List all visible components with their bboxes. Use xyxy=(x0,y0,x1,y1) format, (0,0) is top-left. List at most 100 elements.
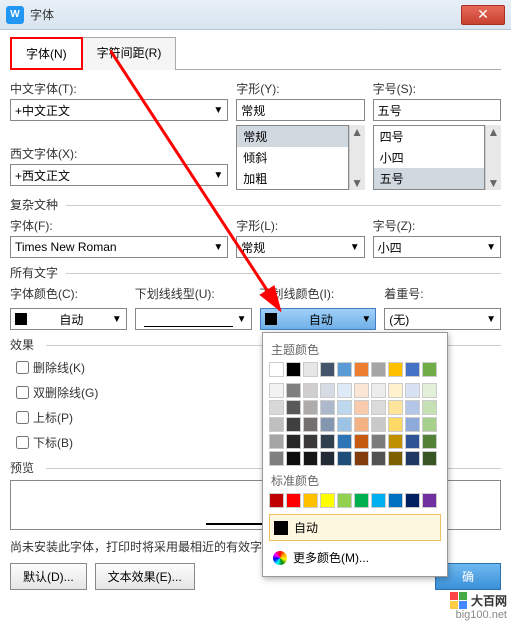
color-swatch[interactable] xyxy=(337,362,352,377)
color-swatch[interactable] xyxy=(269,400,284,415)
color-swatch[interactable] xyxy=(405,434,420,449)
listbox-size[interactable]: 四号 小四 五号 xyxy=(373,125,485,190)
checkbox[interactable] xyxy=(16,436,29,449)
default-button[interactable]: 默认(D)... xyxy=(10,563,87,590)
close-button[interactable]: ✕ xyxy=(461,5,505,25)
color-swatch[interactable] xyxy=(269,362,284,377)
color-swatch[interactable] xyxy=(354,493,369,508)
color-swatch[interactable] xyxy=(269,434,284,449)
color-swatch[interactable] xyxy=(269,383,284,398)
color-swatch[interactable] xyxy=(320,434,335,449)
color-swatch[interactable] xyxy=(286,383,301,398)
color-swatch[interactable] xyxy=(337,400,352,415)
color-swatch[interactable] xyxy=(371,434,386,449)
color-swatch[interactable] xyxy=(388,417,403,432)
listbox-style[interactable]: 常规 倾斜 加粗 xyxy=(236,125,348,190)
list-item[interactable]: 加粗 xyxy=(237,168,347,189)
color-swatch[interactable] xyxy=(405,362,420,377)
dropdown-emphasis[interactable]: (无) ▼ xyxy=(384,308,501,330)
color-swatch[interactable] xyxy=(354,417,369,432)
input-size[interactable]: 五号 xyxy=(373,99,501,121)
checkbox[interactable] xyxy=(16,361,29,374)
color-swatch[interactable] xyxy=(337,451,352,466)
color-swatch[interactable] xyxy=(337,417,352,432)
scrollbar[interactable]: ▲▼ xyxy=(349,125,365,190)
color-swatch[interactable] xyxy=(354,451,369,466)
combo-style-l[interactable]: 常规 ▼ xyxy=(236,236,364,258)
color-swatch[interactable] xyxy=(303,400,318,415)
color-swatch[interactable] xyxy=(422,434,437,449)
auto-color-option[interactable]: 自动 xyxy=(269,514,441,541)
color-swatch[interactable] xyxy=(286,451,301,466)
input-style[interactable]: 常规 xyxy=(236,99,364,121)
color-swatch[interactable] xyxy=(371,400,386,415)
dropdown-font-color[interactable]: 自动 ▼ xyxy=(10,308,127,330)
color-swatch[interactable] xyxy=(303,383,318,398)
color-swatch[interactable] xyxy=(405,493,420,508)
color-swatch[interactable] xyxy=(422,417,437,432)
color-swatch[interactable] xyxy=(269,451,284,466)
color-swatch[interactable] xyxy=(303,417,318,432)
combo-west-font[interactable]: +西文正文 ▼ xyxy=(10,164,228,186)
color-swatch[interactable] xyxy=(354,362,369,377)
color-swatch[interactable] xyxy=(388,383,403,398)
color-swatch[interactable] xyxy=(320,362,335,377)
color-swatch[interactable] xyxy=(422,362,437,377)
color-swatch[interactable] xyxy=(422,400,437,415)
color-swatch[interactable] xyxy=(388,400,403,415)
text-effect-button[interactable]: 文本效果(E)... xyxy=(95,563,195,590)
color-swatch[interactable] xyxy=(286,417,301,432)
scrollbar[interactable]: ▲▼ xyxy=(485,125,501,190)
color-swatch[interactable] xyxy=(337,383,352,398)
color-swatch[interactable] xyxy=(388,434,403,449)
list-item[interactable]: 小四 xyxy=(374,147,484,168)
dropdown-underline-style[interactable]: ▼ xyxy=(135,308,252,330)
color-swatch[interactable] xyxy=(286,434,301,449)
list-item[interactable]: 倾斜 xyxy=(237,147,347,168)
color-swatch[interactable] xyxy=(320,493,335,508)
color-swatch[interactable] xyxy=(422,383,437,398)
list-item[interactable]: 常规 xyxy=(237,126,347,147)
tab-spacing[interactable]: 字符间距(R) xyxy=(82,37,177,70)
color-swatch[interactable] xyxy=(303,493,318,508)
color-swatch[interactable] xyxy=(269,417,284,432)
color-swatch[interactable] xyxy=(422,451,437,466)
list-item[interactable]: 四号 xyxy=(374,126,484,147)
more-colors-option[interactable]: 更多颜色(M)... xyxy=(269,545,441,570)
color-swatch[interactable] xyxy=(337,493,352,508)
color-swatch[interactable] xyxy=(354,400,369,415)
color-swatch[interactable] xyxy=(354,383,369,398)
color-swatch[interactable] xyxy=(422,493,437,508)
dropdown-underline-color[interactable]: 自动 ▼ xyxy=(260,308,377,330)
combo-font-f[interactable]: Times New Roman ▼ xyxy=(10,236,228,258)
color-swatch[interactable] xyxy=(371,383,386,398)
color-swatch[interactable] xyxy=(303,451,318,466)
checkbox[interactable] xyxy=(16,386,29,399)
color-swatch[interactable] xyxy=(371,493,386,508)
color-swatch[interactable] xyxy=(405,400,420,415)
color-swatch[interactable] xyxy=(371,362,386,377)
color-swatch[interactable] xyxy=(286,362,301,377)
color-swatch[interactable] xyxy=(286,493,301,508)
color-swatch[interactable] xyxy=(269,493,284,508)
color-swatch[interactable] xyxy=(303,434,318,449)
color-swatch[interactable] xyxy=(320,383,335,398)
color-swatch[interactable] xyxy=(388,493,403,508)
color-swatch[interactable] xyxy=(388,362,403,377)
color-swatch[interactable] xyxy=(405,451,420,466)
color-swatch[interactable] xyxy=(286,400,301,415)
color-swatch[interactable] xyxy=(320,417,335,432)
color-swatch[interactable] xyxy=(320,400,335,415)
color-swatch[interactable] xyxy=(371,417,386,432)
color-swatch[interactable] xyxy=(371,451,386,466)
combo-size-z[interactable]: 小四 ▼ xyxy=(373,236,501,258)
color-swatch[interactable] xyxy=(303,362,318,377)
color-swatch[interactable] xyxy=(354,434,369,449)
tab-font[interactable]: 字体(N) xyxy=(10,37,83,70)
color-swatch[interactable] xyxy=(388,451,403,466)
color-swatch[interactable] xyxy=(320,451,335,466)
color-swatch[interactable] xyxy=(405,417,420,432)
list-item[interactable]: 五号 xyxy=(374,168,484,189)
color-swatch[interactable] xyxy=(405,383,420,398)
combo-cn-font[interactable]: +中文正文 ▼ xyxy=(10,99,228,121)
